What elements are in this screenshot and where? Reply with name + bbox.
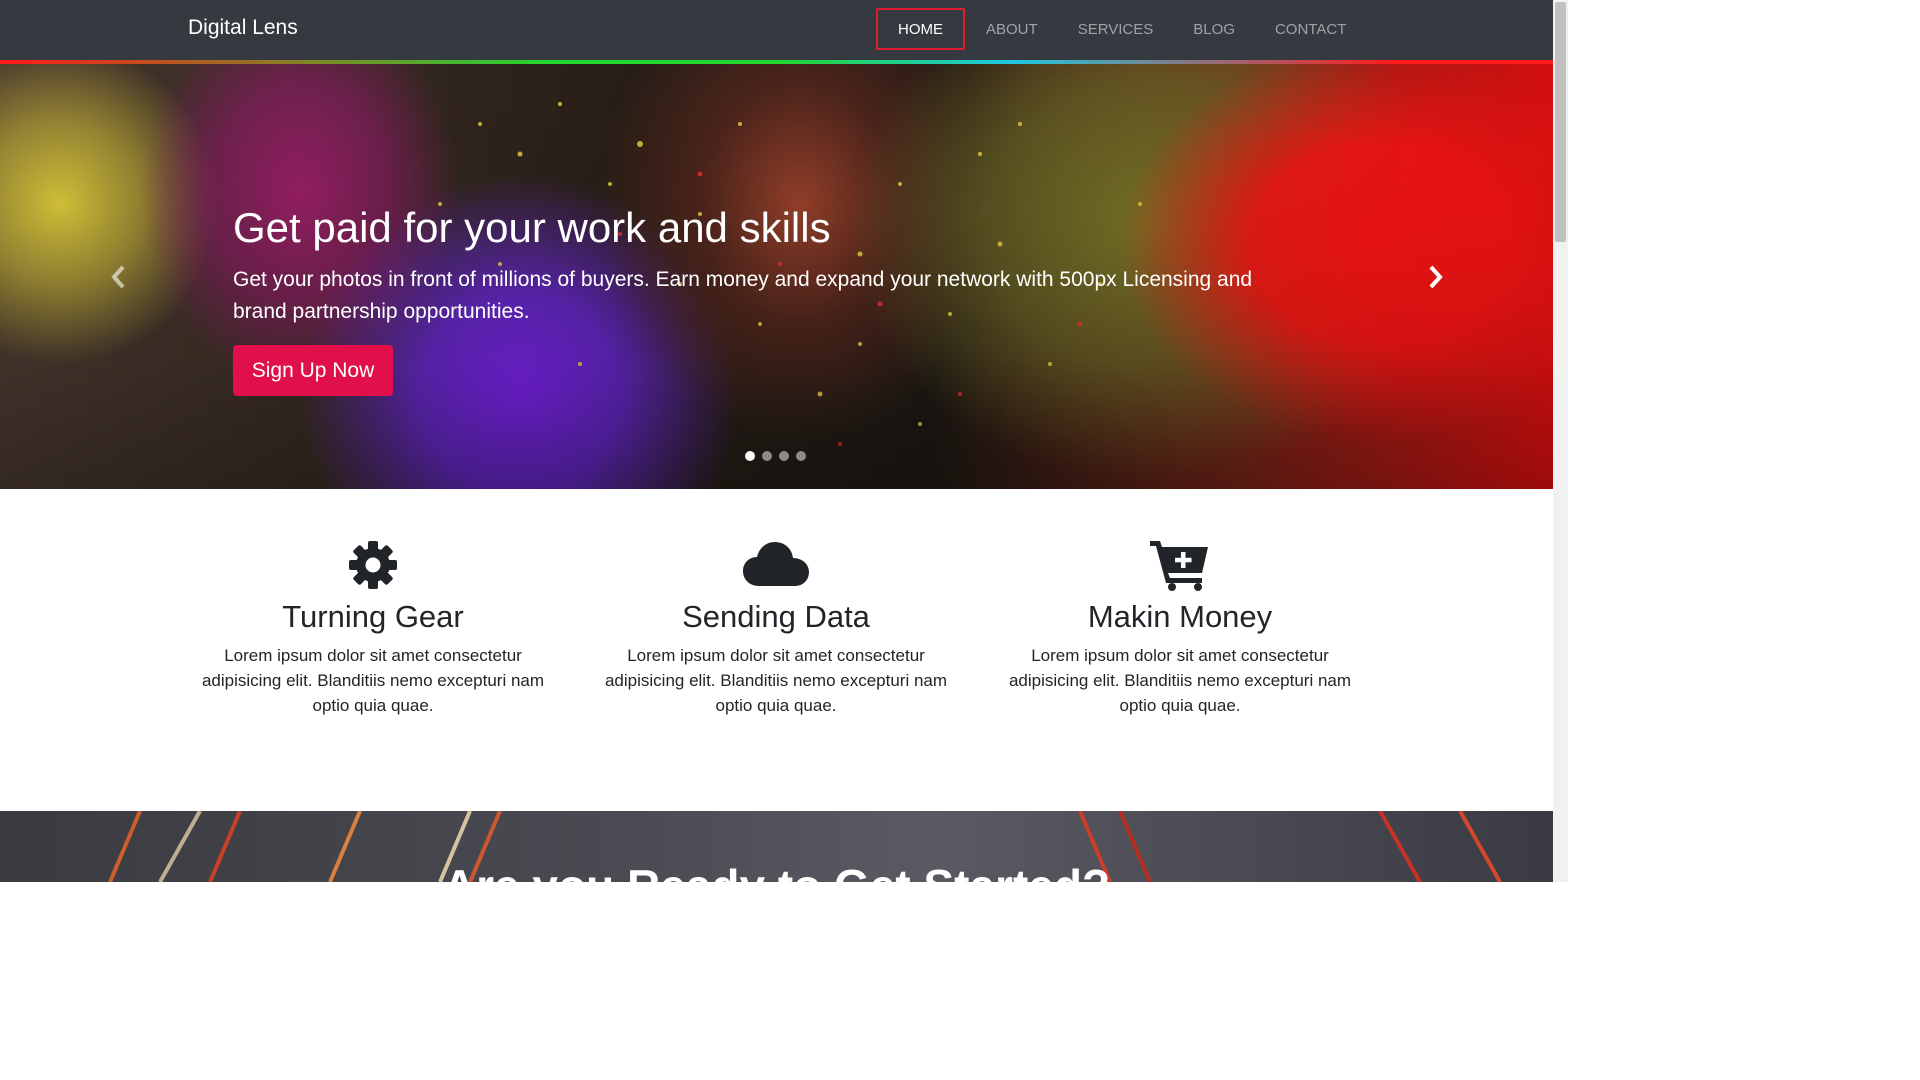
hero-carousel: Get paid for your work and skills Get yo… [0,64,1553,489]
hero-text: Get your photos in front of millions of … [233,268,1253,323]
carousel-prev-button[interactable] [103,262,133,292]
chevron-right-icon [1429,265,1443,289]
feature-text: Lorem ipsum dolor sit amet consectetur a… [1008,646,1352,715]
cta-section: Are you Ready to Get Started? [0,811,1553,882]
brand-logo[interactable]: Digital Lens [188,16,298,40]
features-section: Turning Gear Lorem ipsum dolor sit amet … [0,489,1553,811]
carousel-next-button[interactable] [1421,262,1451,292]
nav-link-home[interactable]: HOME [876,8,965,50]
page: Digital Lens HOME ABOUT SERVICES BLOG CO… [0,0,1568,882]
page-scrollbar-thumb[interactable] [1555,2,1566,242]
navbar: Digital Lens HOME ABOUT SERVICES BLOG CO… [0,0,1553,60]
carousel-indicator-2[interactable] [762,451,772,461]
carousel-indicator-1[interactable] [745,451,755,461]
feature-text: Lorem ipsum dolor sit amet consectetur a… [201,646,545,715]
nav-link-blog[interactable]: BLOG [1173,8,1255,50]
cart-plus-icon [1000,539,1360,591]
chevron-left-icon [111,265,125,289]
nav-links: HOME ABOUT SERVICES BLOG CONTACT [876,8,1366,50]
feature-title: Makin Money [1087,599,1273,634]
cloud-icon [596,539,956,591]
carousel-indicators [745,451,806,461]
carousel-indicator-4[interactable] [796,451,806,461]
feature-text: Lorem ipsum dolor sit amet consectetur a… [604,646,948,715]
feature-title: Sending Data [682,599,870,634]
nav-link-contact[interactable]: CONTACT [1255,8,1366,50]
gear-icon [193,539,553,591]
carousel-indicator-3[interactable] [779,451,789,461]
cta-title: Are you Ready to Get Started? [0,859,1553,882]
sign-up-button[interactable]: Sign Up Now [233,345,393,396]
hero-title: Get paid for your work and skills [233,204,831,251]
nav-link-about[interactable]: ABOUT [966,8,1058,50]
feature-title: Turning Gear [282,599,464,634]
nav-link-services[interactable]: SERVICES [1058,8,1174,50]
